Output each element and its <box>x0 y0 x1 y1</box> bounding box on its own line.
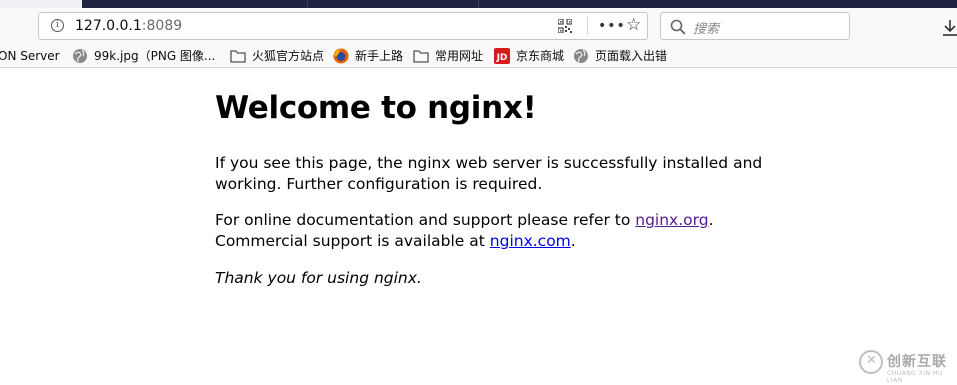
bookmark-label: 常用网址 <box>435 49 484 63</box>
tab-separator <box>478 0 479 8</box>
bookmarks-toolbar: ON Server 99k.jpg（PNG 图像... 火狐官方站点 新手上路 … <box>0 44 957 68</box>
search-icon <box>670 19 686 35</box>
url-bar[interactable]: i 127.0.0.1:8089 ••• ☆ <box>38 12 648 40</box>
nginx-com-link[interactable]: nginx.com <box>490 232 571 250</box>
watermark-x-mark: ✕ <box>866 353 877 368</box>
bookmark-label: 新手上路 <box>355 49 404 63</box>
docs-paragraph-line-2: Commercial support is available at nginx… <box>215 231 576 252</box>
bookmark-star-icon[interactable]: ☆ <box>626 16 641 34</box>
bookmark-label: 页面载入出错 <box>595 49 668 63</box>
bookmark-item[interactable]: ON Server <box>0 47 60 65</box>
jd-icon: JD <box>494 48 510 64</box>
url-host: 127.0.0.1 <box>75 18 142 34</box>
search-placeholder: 搜索 <box>693 22 720 37</box>
docs-paragraph-line-1: For online documentation and support ple… <box>215 210 714 231</box>
nginx-org-link[interactable]: nginx.org <box>635 211 708 229</box>
page-title: Welcome to nginx! <box>215 90 537 126</box>
url-port: :8089 <box>141 18 183 34</box>
navigation-toolbar: i 127.0.0.1:8089 ••• ☆ 搜索 <box>0 8 957 44</box>
folder-icon <box>230 50 246 63</box>
commercial-period: . <box>570 232 576 250</box>
intro-paragraph-line-1: If you see this page, the nginx web serv… <box>215 154 763 172</box>
firefox-icon <box>333 48 349 64</box>
url-text[interactable]: 127.0.0.1:8089 <box>75 18 182 34</box>
bookmark-label: ON Server <box>0 49 60 63</box>
search-bar[interactable]: 搜索 <box>660 12 850 40</box>
watermark-subtext: CHUANG XIN HU LIAN <box>887 370 943 384</box>
bookmark-label: 京东商城 <box>516 49 565 63</box>
thank-you-text: Thank you for using nginx. <box>215 269 422 287</box>
site-info-icon[interactable]: i <box>51 19 64 32</box>
window-top-strip <box>0 0 957 8</box>
download-icon[interactable] <box>942 19 957 37</box>
intro-paragraph-line-2: working. Further configuration is requir… <box>215 175 543 193</box>
bookmark-label: 99k.jpg（PNG 图像... <box>94 49 216 63</box>
url-bar-separator <box>587 17 588 35</box>
bookmark-label: 火狐官方站点 <box>252 49 325 63</box>
svg-text:JD: JD <box>496 53 508 63</box>
page-actions-more-icon[interactable]: ••• <box>598 17 626 35</box>
docs-period: . <box>708 211 714 229</box>
folder-icon <box>413 50 429 63</box>
commercial-text: Commercial support is available at <box>215 232 490 250</box>
tab-separator <box>307 0 308 8</box>
tab-strip <box>82 0 957 8</box>
docs-text: For online documentation and support ple… <box>215 211 636 229</box>
globe-icon <box>73 49 87 63</box>
watermark-logo: ✕ 创新互联 CHUANG XIN HU LIAN <box>857 340 957 385</box>
qr-code-icon[interactable] <box>558 19 572 33</box>
globe-icon <box>574 49 588 63</box>
watermark-text: 创新互联 <box>887 354 947 370</box>
